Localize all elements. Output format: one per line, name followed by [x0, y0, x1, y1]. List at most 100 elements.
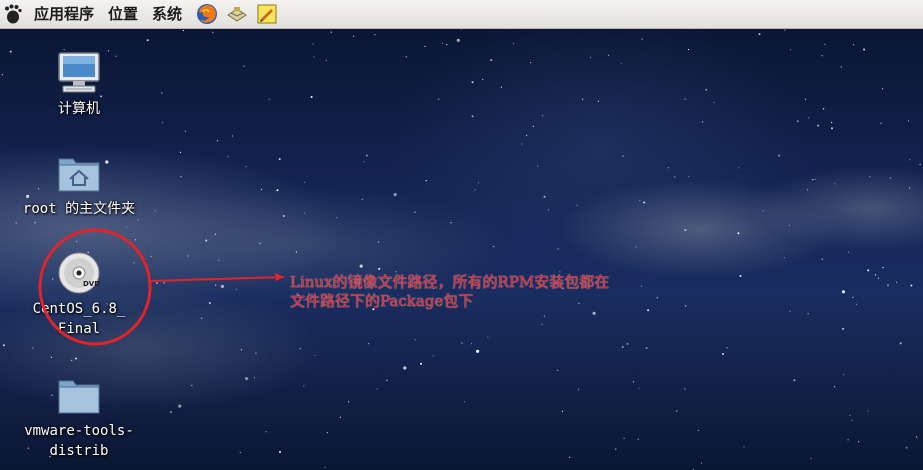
star: [460, 29, 462, 30]
star: [513, 43, 515, 45]
star: [919, 163, 921, 166]
star: [353, 35, 355, 37]
star: [843, 374, 845, 376]
star: [245, 377, 249, 381]
star: [847, 439, 849, 441]
star: [537, 165, 539, 167]
star: [713, 101, 715, 104]
star: [526, 134, 528, 136]
star: [336, 217, 338, 219]
star: [887, 284, 889, 287]
computer-icon: [55, 49, 103, 97]
star: [386, 379, 388, 381]
star: [858, 441, 860, 443]
mail-icon[interactable]: [225, 2, 249, 26]
desktop-icon-home-folder[interactable]: root 的主文件夹: [4, 149, 154, 219]
star: [684, 98, 686, 100]
star: [896, 281, 898, 283]
star: [182, 29, 184, 32]
star: [476, 349, 480, 353]
star: [582, 98, 584, 100]
star: [15, 222, 17, 224]
star: [697, 429, 699, 431]
star: [232, 135, 234, 137]
star: [557, 248, 559, 250]
star: [179, 151, 182, 153]
star: [685, 305, 687, 307]
star: [212, 31, 214, 33]
star: [626, 342, 629, 345]
star: [849, 414, 851, 416]
desktop[interactable]: 计算机 root 的主文件夹 DVD CentOS_6.8_ Final vmw…: [0, 29, 923, 470]
star: [561, 410, 564, 412]
star: [310, 96, 313, 98]
star: [367, 343, 370, 345]
menu-applications[interactable]: 应用程序: [27, 0, 101, 28]
star: [701, 121, 704, 123]
star: [705, 88, 708, 91]
star: [216, 140, 219, 142]
star: [674, 176, 676, 178]
star: [359, 264, 363, 268]
star: [543, 315, 546, 317]
star: [700, 462, 703, 464]
star: [789, 310, 791, 312]
star: [643, 201, 646, 204]
star: [1, 74, 3, 76]
star: [909, 159, 911, 161]
desktop-icon-vmware-tools[interactable]: vmware-tools- distrib: [4, 371, 154, 461]
notes-icon[interactable]: [255, 2, 279, 26]
star: [688, 175, 690, 177]
gnome-foot-icon[interactable]: [3, 4, 23, 24]
desktop-icon-label: CentOS_6.8_ Final: [32, 301, 126, 337]
desktop-icon-centos-dvd[interactable]: DVD CentOS_6.8_ Final: [4, 249, 154, 339]
star: [812, 179, 814, 181]
star: [841, 290, 846, 294]
star: [487, 336, 489, 338]
star: [645, 347, 648, 350]
star: [874, 274, 877, 276]
star: [592, 311, 596, 315]
star: [789, 49, 792, 51]
star: [361, 198, 363, 200]
star: [641, 38, 643, 40]
star: [208, 302, 211, 304]
star: [667, 167, 670, 169]
star: [687, 48, 690, 51]
star: [255, 352, 257, 354]
star: [867, 269, 870, 272]
star: [220, 284, 224, 288]
star: [684, 388, 686, 390]
star: [804, 98, 807, 100]
star: [557, 369, 559, 371]
star: [461, 342, 463, 344]
star: [215, 284, 217, 286]
star: [442, 42, 444, 44]
star: [821, 258, 823, 260]
star: [50, 356, 53, 358]
star: [376, 388, 378, 390]
star: [446, 44, 448, 46]
star: [235, 288, 237, 290]
star: [414, 339, 416, 341]
star: [889, 177, 891, 179]
star: [239, 451, 241, 454]
star: [425, 180, 427, 182]
star: [146, 39, 149, 42]
star: [851, 419, 853, 421]
dvd-badge: DVD: [83, 280, 100, 288]
desktop-icon-computer[interactable]: 计算机: [4, 49, 154, 119]
star: [253, 377, 256, 379]
firefox-icon[interactable]: [195, 2, 219, 26]
star: [867, 410, 869, 412]
menu-places[interactable]: 位置: [101, 0, 145, 28]
menu-system[interactable]: 系统: [145, 0, 189, 28]
star: [377, 241, 379, 243]
star: [155, 282, 158, 285]
star: [831, 127, 833, 130]
star: [899, 342, 902, 345]
star: [909, 187, 911, 189]
star: [205, 239, 208, 242]
star: [314, 354, 316, 356]
star: [615, 448, 617, 450]
